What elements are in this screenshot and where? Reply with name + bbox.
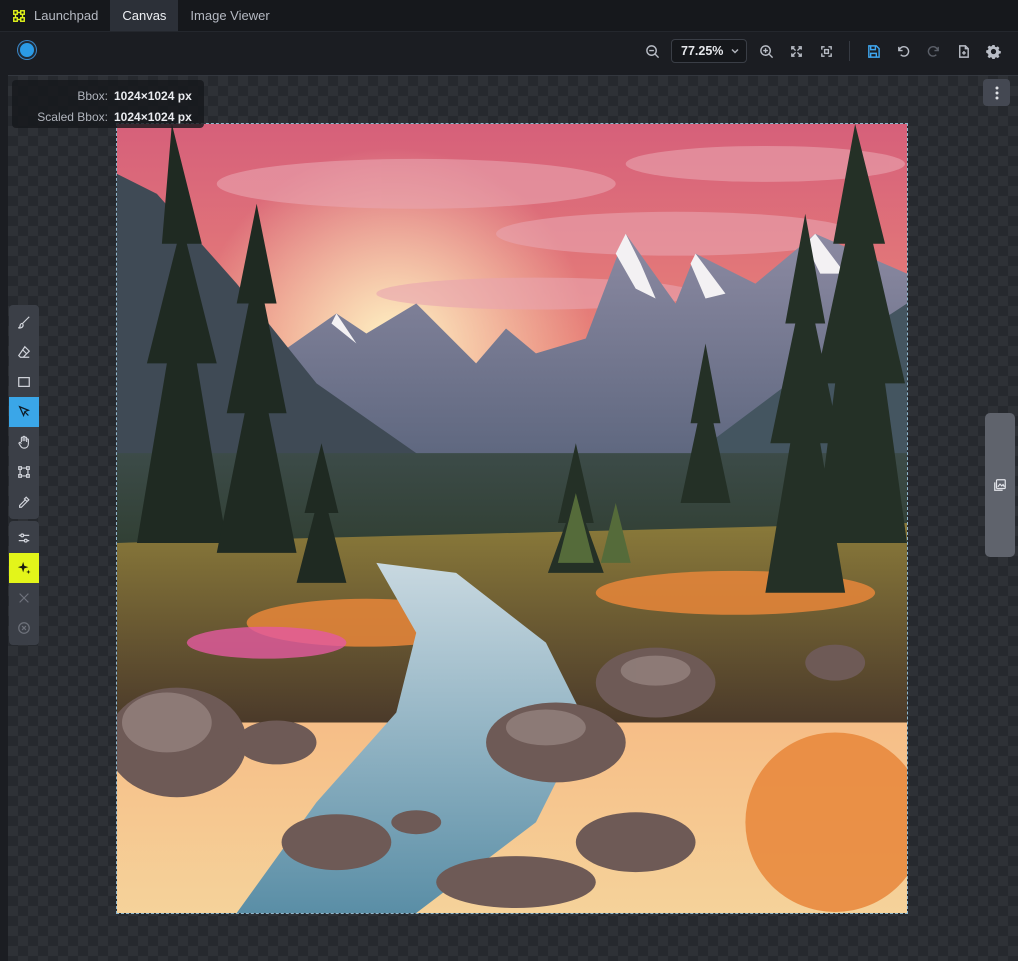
scaled-bbox-value: 1024×1024 px [114, 109, 192, 124]
sparkle-icon [17, 561, 31, 575]
canvas-toolbar: 77.25% [0, 33, 1018, 69]
app-root: Launchpad Canvas Image Viewer 77.25% Bbo… [0, 0, 1018, 961]
tab-image-viewer[interactable]: Image Viewer [178, 0, 281, 31]
view-tool[interactable] [9, 427, 39, 457]
toolbar-divider [849, 41, 850, 61]
canvas-menu-button[interactable] [983, 79, 1010, 106]
tab-label: Image Viewer [190, 8, 270, 23]
kebab-menu-icon [995, 86, 998, 99]
save-button[interactable] [858, 37, 888, 65]
brush-tool[interactable] [9, 307, 39, 337]
zoom-select[interactable]: 77.25% [671, 39, 747, 63]
export-button[interactable] [948, 37, 978, 65]
save-icon [867, 44, 880, 58]
fit-bbox-button[interactable] [811, 37, 841, 65]
cancel-button[interactable] [9, 583, 39, 613]
zoom-out-icon [645, 44, 659, 58]
bbox-info-overlay: Bbox: 1024×1024 px Scaled Bbox: 1024×102… [12, 80, 204, 128]
scaled-bbox-row: Scaled Bbox: 1024×1024 px [18, 106, 198, 127]
fit-bbox-icon [820, 45, 832, 57]
action-palette [9, 521, 39, 645]
settings-button[interactable] [978, 37, 1008, 65]
sliders-icon [18, 533, 30, 543]
close-icon [19, 593, 29, 603]
launchpad-icon [12, 9, 26, 23]
toggle-right-panel-button[interactable] [985, 413, 1015, 557]
generated-image[interactable] [116, 123, 908, 914]
toolbar-actions: 77.25% [637, 37, 1008, 65]
tab-bar: Launchpad Canvas Image Viewer [0, 0, 1018, 32]
landscape-image [117, 124, 907, 913]
tab-canvas[interactable]: Canvas [110, 0, 179, 31]
bbox-tool[interactable] [9, 457, 39, 487]
transform-icon [18, 466, 30, 478]
bbox-row: Bbox: 1024×1024 px [18, 85, 198, 106]
brush-icon [18, 316, 30, 329]
zoom-value: 77.25% [681, 44, 724, 58]
settings-icon [985, 44, 1001, 59]
eyedropper-icon [19, 496, 30, 508]
zoom-in-icon [759, 44, 773, 58]
fit-icon [790, 45, 802, 57]
scaled-bbox-label: Scaled Bbox: [37, 109, 108, 124]
undo-button[interactable] [888, 37, 918, 65]
tab-label: Launchpad [34, 8, 99, 23]
invoke-button[interactable] [9, 553, 39, 583]
redo-icon [927, 45, 939, 57]
fit-to-screen-button[interactable] [781, 37, 811, 65]
adjust-button[interactable] [9, 523, 39, 553]
cursor-icon [18, 405, 31, 418]
rectangle-tool[interactable] [9, 367, 39, 397]
eraser-tool[interactable] [9, 337, 39, 367]
tool-palette [9, 305, 39, 519]
tab-launchpad[interactable]: Launchpad [0, 0, 110, 31]
hand-icon [18, 435, 29, 449]
bbox-value: 1024×1024 px [114, 88, 192, 103]
chevron-down-icon [731, 48, 739, 54]
bbox-label: Bbox: [77, 88, 108, 103]
circle-x-icon [18, 622, 30, 634]
move-tool[interactable] [9, 397, 39, 427]
cancel-all-button[interactable] [9, 613, 39, 643]
rectangle-icon [18, 377, 30, 387]
status-indicator[interactable] [18, 41, 36, 59]
export-icon [958, 44, 969, 58]
color-picker-tool[interactable] [9, 487, 39, 517]
gallery-icon [994, 479, 1006, 491]
redo-button[interactable] [918, 37, 948, 65]
zoom-in-button[interactable] [751, 37, 781, 65]
zoom-out-button[interactable] [637, 37, 667, 65]
eraser-icon [17, 345, 31, 358]
tab-label: Canvas [122, 8, 167, 23]
undo-icon [897, 45, 909, 57]
